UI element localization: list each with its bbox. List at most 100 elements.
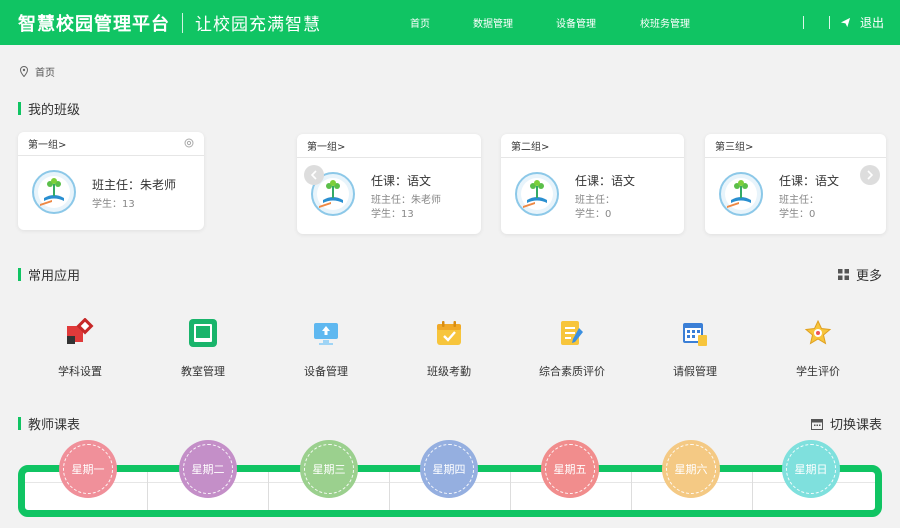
nav-device-management[interactable]: 设备管理 (556, 15, 596, 30)
app-label: 班级考勤 (427, 365, 471, 378)
quality-evaluation-icon (561, 321, 583, 345)
section-title: 教师课表 (28, 418, 81, 433)
timetable-col-divider (268, 472, 269, 510)
card-sub-text: 班主任： (575, 195, 615, 206)
breadcrumb: 首页 (20, 64, 55, 79)
app-title: 智慧校园管理平台 (18, 13, 170, 35)
class-card[interactable]: 第三组> 任课：语文 班主任： 学生：0 (705, 134, 886, 234)
switch-timetable-button[interactable]: 切换课表 (810, 414, 882, 433)
app-classroom[interactable]: 教室管理 (153, 316, 253, 379)
calendar-icon (810, 418, 823, 430)
day-label: 星期五 (553, 463, 587, 476)
group-label[interactable]: 第一组> (307, 138, 345, 153)
card-sub-text: 学生：13 (371, 209, 414, 220)
day-tuesday-tab[interactable]: 星期二 (179, 440, 237, 498)
app-label: 教室管理 (181, 365, 225, 378)
day-wednesday-tab[interactable]: 星期三 (300, 440, 358, 498)
section-timetable: 教师课表 (18, 414, 80, 433)
section-title: 我的班级 (28, 103, 81, 118)
class-card[interactable]: 第二组> 任课：语文 班主任： 学生：0 (501, 134, 684, 234)
timetable-col-divider (147, 472, 148, 510)
more-label: 更多 (855, 269, 882, 284)
card-header: 第三组> (705, 134, 886, 158)
card-main-text: 班主任：朱老师 (92, 178, 177, 192)
card-header: 第一组> (18, 132, 204, 156)
timetable-col-divider (389, 472, 390, 510)
day-friday-tab[interactable]: 星期五 (541, 440, 599, 498)
card-main-text: 任课：语文 (371, 174, 432, 188)
classroom-icon (189, 319, 217, 347)
card-sub-text: 班主任：朱老师 (371, 195, 441, 206)
app-label: 学科设置 (58, 365, 102, 378)
group-label[interactable]: 第三组> (715, 138, 753, 153)
day-sunday-tab[interactable]: 星期日 (782, 440, 840, 498)
card-sub-text: 学生：0 (575, 209, 612, 220)
card-sub-text: 学生：13 (92, 199, 135, 210)
carousel-prev-button[interactable] (304, 165, 324, 185)
chevron-left-icon (310, 170, 317, 180)
timetable-col-divider (510, 472, 511, 510)
nav-data-management[interactable]: 数据管理 (473, 15, 513, 30)
breadcrumb-home[interactable]: 首页 (35, 64, 55, 79)
app-slogan: 让校园充满智慧 (195, 15, 321, 35)
day-monday-tab[interactable]: 星期一 (59, 440, 117, 498)
class-card[interactable]: 第一组> 任课：语文 班主任：朱老师 学生：13 (297, 134, 481, 234)
nav-home[interactable]: 首页 (410, 15, 430, 30)
day-label: 星期一 (71, 463, 105, 476)
leave-calendar-icon (683, 323, 707, 346)
subject-settings-icon (67, 318, 94, 344)
timetable-col-divider (752, 472, 753, 510)
card-sub-text: 班主任： (779, 195, 819, 206)
logout-button[interactable]: 退出 (840, 0, 884, 45)
group-label[interactable]: 第一组> (28, 136, 66, 151)
header-divider (803, 16, 804, 29)
card-main-text: 任课：语文 (575, 174, 636, 188)
section-accent-bar (18, 268, 21, 281)
day-label: 星期四 (432, 463, 466, 476)
app-leave-management[interactable]: 请假管理 (645, 316, 745, 379)
switch-label: 切换课表 (829, 418, 882, 433)
student-evaluation-icon (804, 319, 832, 345)
app-device[interactable]: 设备管理 (276, 316, 376, 379)
day-saturday-tab[interactable]: 星期六 (662, 440, 720, 498)
brand-divider (182, 12, 183, 33)
day-label: 星期六 (674, 463, 708, 476)
day-label: 星期三 (312, 463, 346, 476)
more-apps-button[interactable]: 更多 (837, 265, 882, 284)
carousel-next-button[interactable] (860, 165, 880, 185)
card-sub-text: 学生：0 (779, 209, 816, 220)
top-header: 智慧校园管理平台 让校园充满智慧 首页 数据管理 设备管理 校班务管理 退出 (0, 0, 900, 45)
section-accent-bar (18, 417, 21, 430)
app-label: 请假管理 (673, 365, 717, 378)
brand: 智慧校园管理平台 让校园充满智慧 (18, 0, 321, 45)
group-label[interactable]: 第二组> (511, 138, 549, 153)
settings-icon[interactable] (184, 138, 194, 148)
app-student-evaluation[interactable]: 学生评价 (768, 316, 868, 379)
grid-icon (837, 269, 849, 280)
school-logo-icon (515, 172, 559, 216)
app-label: 综合素质评价 (539, 365, 605, 378)
school-logo-icon (32, 170, 76, 214)
app-subject-settings[interactable]: 学科设置 (30, 316, 130, 379)
logout-label: 退出 (860, 16, 885, 30)
day-label: 星期日 (794, 463, 828, 476)
location-pin-icon (20, 66, 28, 77)
section-common-apps: 常用应用 (18, 265, 80, 284)
class-card[interactable]: 第一组> 班主任：朱老师 学生：13 (18, 132, 204, 230)
app-quality-evaluation[interactable]: 综合素质评价 (522, 316, 622, 379)
card-main-text: 任课：语文 (779, 174, 840, 188)
send-icon (840, 17, 851, 28)
section-title: 常用应用 (28, 269, 81, 284)
section-accent-bar (18, 102, 21, 115)
header-divider (829, 16, 830, 29)
timetable-col-divider (631, 472, 632, 510)
school-logo-icon (719, 172, 763, 216)
chevron-right-icon (867, 170, 874, 180)
device-icon (314, 323, 338, 345)
app-label: 设备管理 (304, 365, 348, 378)
card-header: 第一组> (297, 134, 481, 158)
day-thursday-tab[interactable]: 星期四 (420, 440, 478, 498)
app-attendance[interactable]: 班级考勤 (399, 316, 499, 379)
app-label: 学生评价 (796, 365, 840, 378)
nav-school-affairs[interactable]: 校班务管理 (640, 15, 690, 30)
